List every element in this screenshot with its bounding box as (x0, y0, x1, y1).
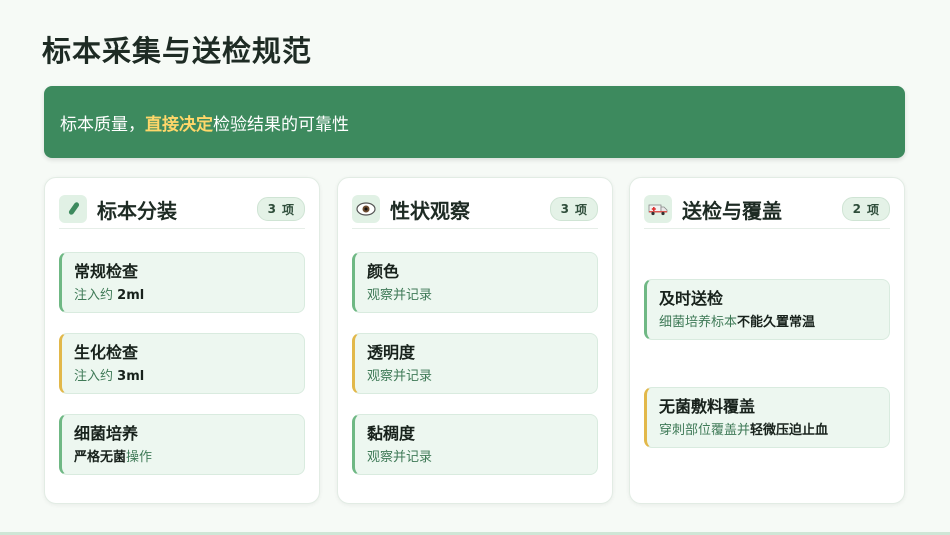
item-desc: 观察并记录 (367, 450, 433, 465)
item-title: 细菌培养 (74, 424, 139, 443)
key-message-banner: 标本质量， 直接决定 检验结果的可靠性 (44, 86, 905, 158)
card-title: 标本分装 (97, 198, 177, 223)
test-tube-icon (59, 195, 87, 223)
list-item: 透明度 观察并记录 (352, 333, 598, 394)
card-header: 性状观察 3项 (352, 190, 598, 229)
list-item: 无菌敷料覆盖 穿刺部位覆盖并轻微压迫止血 (644, 387, 890, 448)
item-desc: 细菌培养标本不能久置常温 (659, 315, 816, 330)
card-title: 送检与覆盖 (682, 198, 782, 223)
banner-prefix: 标本质量， (60, 114, 145, 135)
list-item: 及时送检 细菌培养标本不能久置常温 (644, 279, 890, 340)
item-desc: 注入约 2ml (74, 288, 145, 303)
list-item: 常规检查 注入约 2ml (59, 252, 305, 313)
card-property-observation: 性状观察 3项 颜色 观察并记录 透明度 观察并记录 黏稠度 观察并记录 (337, 177, 613, 504)
item-title: 颜色 (367, 262, 400, 281)
item-desc: 观察并记录 (367, 369, 433, 384)
ambulance-icon (644, 195, 672, 223)
item-desc: 观察并记录 (367, 288, 433, 303)
item-title: 生化检查 (74, 343, 139, 362)
item-title: 及时送检 (659, 289, 724, 308)
item-count-badge: 3项 (549, 197, 598, 221)
card-header: 标本分装 3项 (59, 190, 305, 229)
list-item: 黏稠度 观察并记录 (352, 414, 598, 475)
item-title: 常规检查 (74, 262, 139, 281)
card-specimen-division: 标本分装 3项 常规检查 注入约 2ml 生化检查 注入约 3ml 细菌培养 严… (44, 177, 320, 504)
card-delivery-and-covering: 送检与覆盖 2项 及时送检 细菌培养标本不能久置常温 无菌敷料覆盖 穿刺部位覆盖… (629, 177, 905, 504)
item-title: 黏稠度 (367, 424, 416, 443)
item-desc: 注入约 3ml (74, 369, 145, 384)
card-title: 性状观察 (390, 198, 470, 223)
banner-highlight: 直接决定 (145, 114, 213, 135)
item-desc: 穿刺部位覆盖并轻微压迫止血 (659, 423, 829, 438)
item-count-badge: 3项 (256, 197, 305, 221)
eye-icon (352, 195, 380, 223)
banner-suffix: 检验结果的可靠性 (213, 114, 349, 135)
list-item: 细菌培养 严格无菌操作 (59, 414, 305, 475)
item-title: 透明度 (367, 343, 416, 362)
card-header: 送检与覆盖 2项 (644, 190, 890, 229)
list-item: 生化检查 注入约 3ml (59, 333, 305, 394)
list-item: 颜色 观察并记录 (352, 252, 598, 313)
item-title: 无菌敷料覆盖 (659, 397, 756, 416)
item-desc: 严格无菌操作 (74, 450, 153, 465)
item-count-badge: 2项 (841, 197, 890, 221)
page-title: 标本采集与送检规范 (42, 34, 313, 68)
